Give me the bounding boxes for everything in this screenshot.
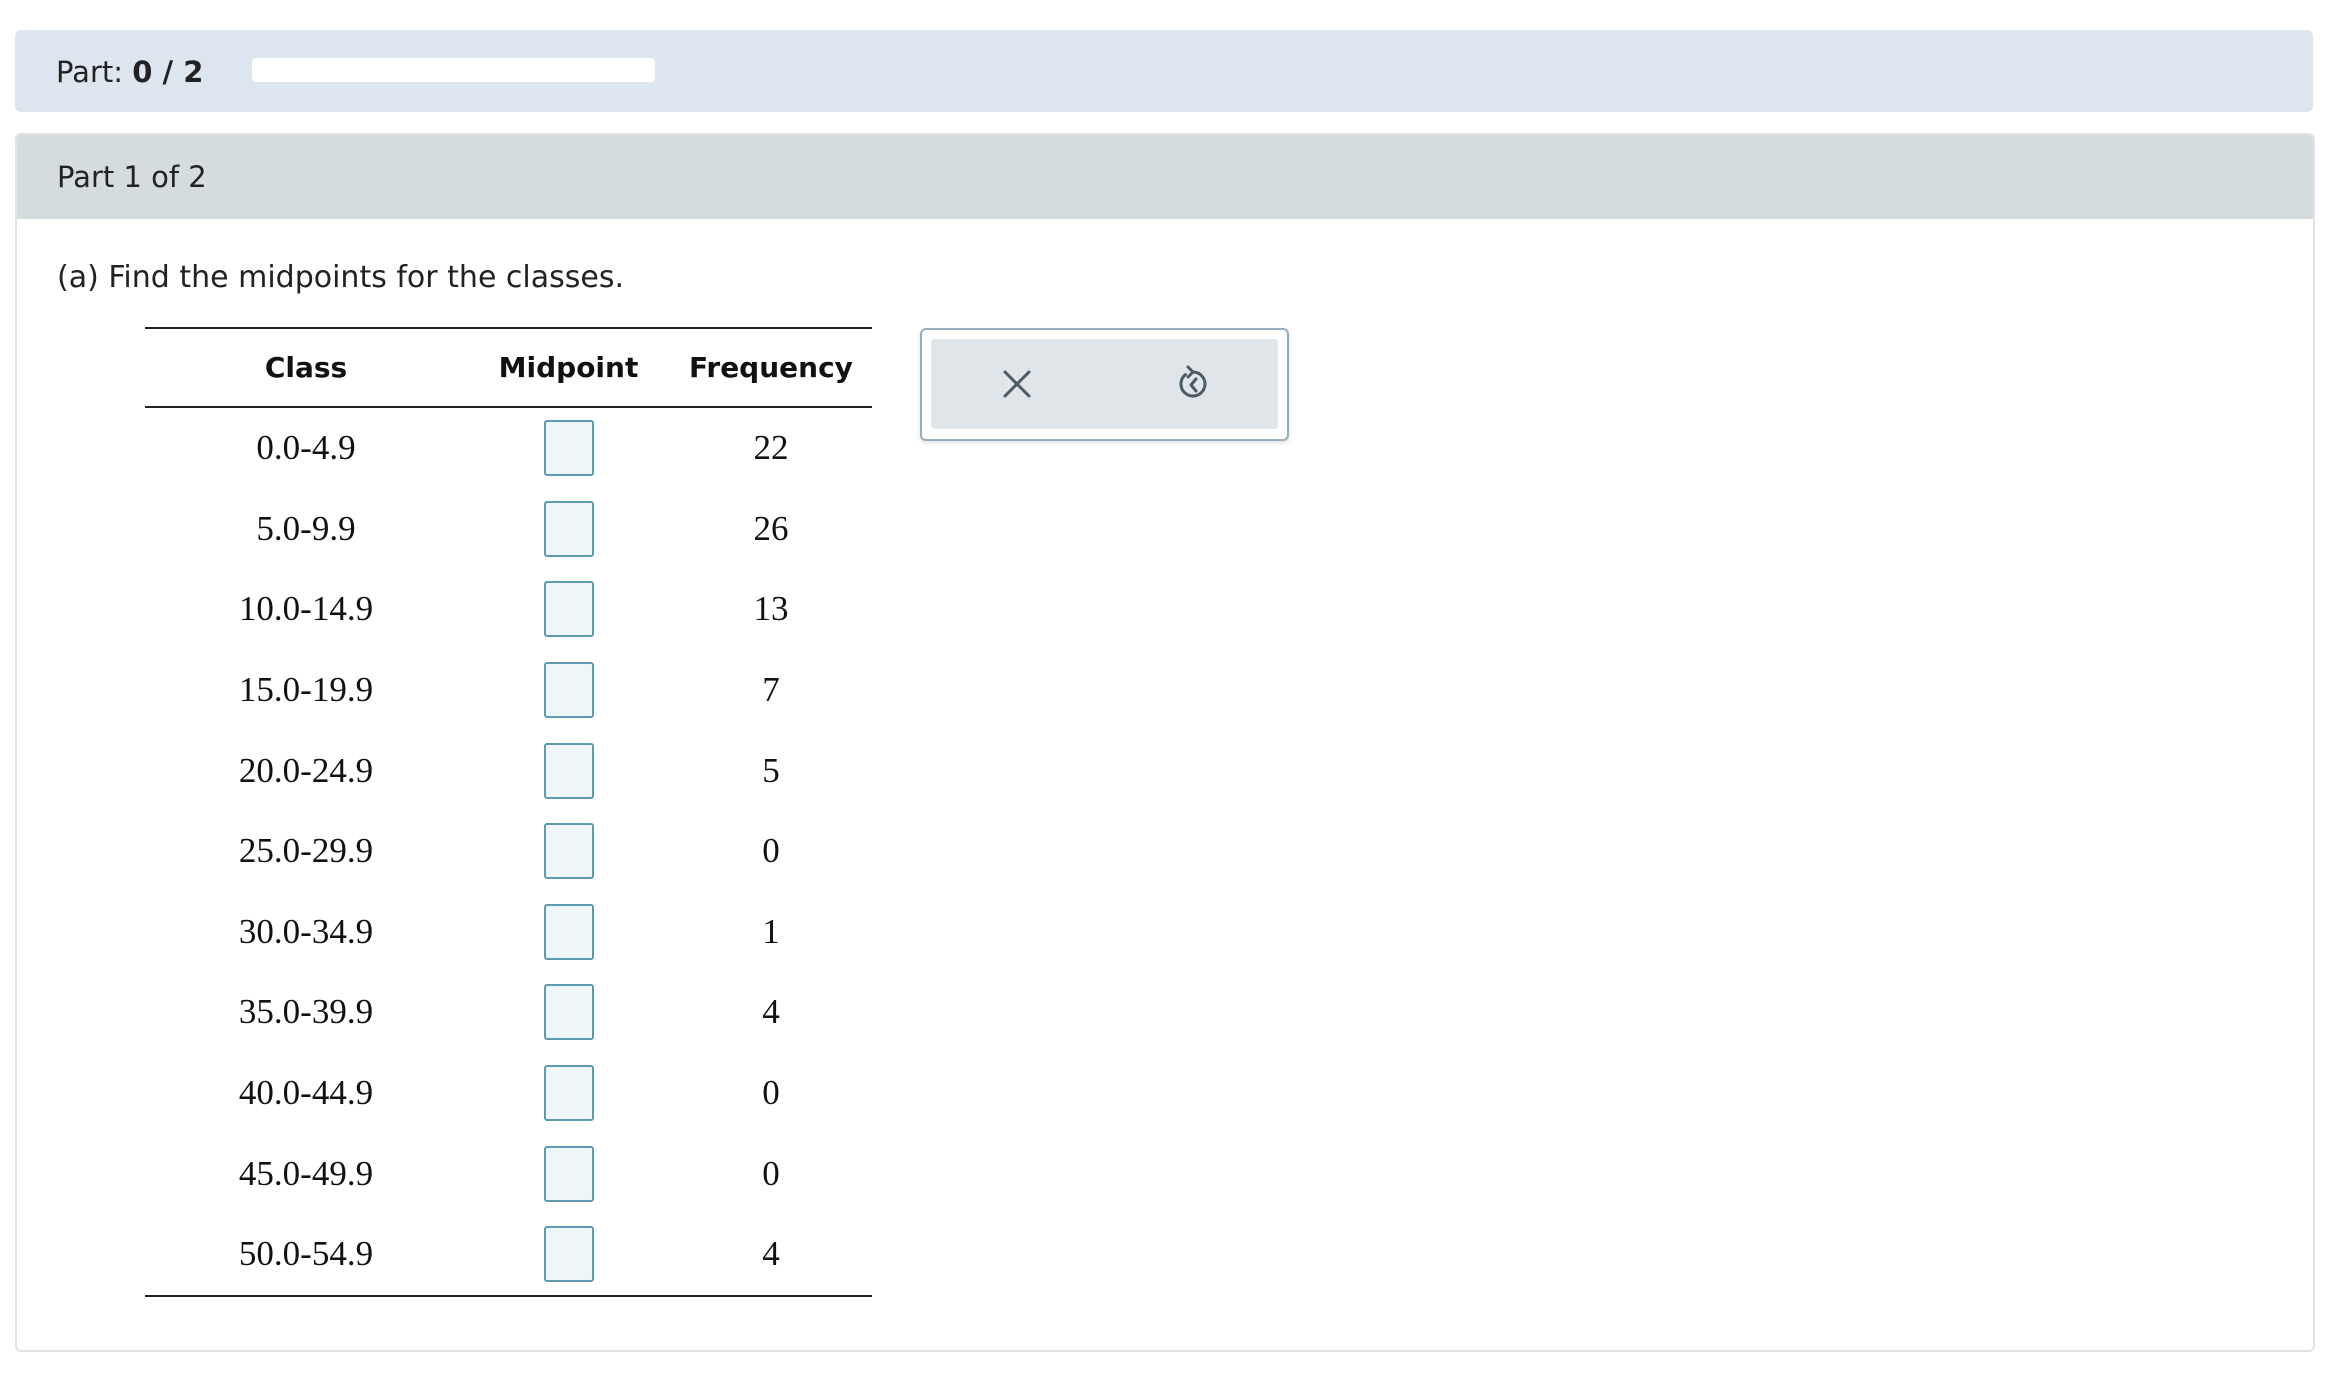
class-cell: 10.0-14.9 [238, 589, 374, 629]
header-class: Class [264, 351, 348, 384]
midpoint-cell [467, 892, 670, 973]
table-row: 5.0-9.9 26 [145, 489, 872, 570]
frequency-cell: 13 [753, 589, 789, 629]
midpoint-input[interactable] [543, 500, 594, 557]
table-row: 10.0-14.9 13 [145, 569, 872, 650]
frequency-cell: 22 [753, 428, 789, 468]
progress-track [252, 58, 655, 82]
progress-bar-panel: Part: 0 / 2 [15, 30, 2313, 112]
table-row: 0.0-4.9 22 [145, 407, 872, 489]
class-cell: 45.0-49.9 [238, 1153, 374, 1193]
answer-tools [920, 328, 1289, 441]
frequency-cell: 26 [753, 508, 789, 548]
class-cell: 5.0-9.9 [256, 508, 356, 548]
midpoint-cell [467, 489, 670, 570]
midpoint-cell [467, 650, 670, 731]
frequency-table: Class Midpoint Frequency 0.0-4.9 22 5.0-9.… [145, 327, 872, 1297]
frequency-cell: 0 [762, 1073, 780, 1113]
header-midpoint: Midpoint [498, 351, 639, 384]
progress-value: 0 / 2 [132, 55, 204, 89]
table-body: 0.0-4.9 22 5.0-9.9 26 10.0-14.9 13 15.0-19.9 7 2… [145, 407, 872, 1296]
frequency-cell: 7 [762, 670, 780, 710]
class-cell: 0.0-4.9 [256, 428, 356, 468]
frequency-cell: 0 [762, 1153, 780, 1193]
midpoint-input[interactable] [543, 420, 594, 477]
header-frequency: Frequency [689, 351, 853, 384]
midpoint-input[interactable] [543, 903, 594, 960]
progress-label: Part: 0 / 2 [56, 55, 203, 89]
undo-icon [1179, 365, 1207, 398]
clear-button[interactable] [989, 356, 1045, 412]
midpoint-cell [467, 407, 670, 489]
class-cell: 50.0-54.9 [238, 1234, 374, 1274]
part-title: Part 1 of 2 [57, 160, 207, 194]
table-row: 25.0-29.9 0 [145, 811, 872, 892]
table-row: 50.0-54.9 4 [145, 1214, 872, 1296]
class-cell: 40.0-44.9 [238, 1073, 374, 1113]
part-header: Part 1 of 2 [17, 135, 2313, 219]
class-cell: 30.0-34.9 [238, 911, 374, 951]
table-row: 35.0-39.9 4 [145, 972, 872, 1053]
progress-label-text: Part: [56, 55, 124, 89]
midpoint-cell [467, 569, 670, 650]
class-cell: 25.0-29.9 [238, 831, 374, 871]
answer-tools-panel [931, 339, 1278, 429]
midpoint-cell [467, 1214, 670, 1296]
midpoint-input[interactable] [543, 984, 594, 1041]
table-row: 30.0-34.9 1 [145, 892, 872, 973]
table-row: 15.0-19.9 7 [145, 650, 872, 731]
class-cell: 35.0-39.9 [238, 992, 374, 1032]
midpoint-cell [467, 730, 670, 811]
table-row: 45.0-49.9 0 [145, 1133, 872, 1214]
undo-button[interactable] [1165, 356, 1221, 412]
midpoint-input[interactable] [543, 662, 594, 719]
frequency-cell: 4 [762, 992, 780, 1032]
midpoint-cell [467, 811, 670, 892]
midpoint-input[interactable] [543, 1145, 594, 1202]
midpoint-cell [467, 972, 670, 1053]
class-cell: 20.0-24.9 [238, 750, 374, 790]
midpoint-input[interactable] [543, 581, 594, 638]
frequency-cell: 5 [762, 750, 780, 790]
midpoint-input[interactable] [543, 1226, 594, 1283]
midpoint-input[interactable] [543, 823, 594, 880]
close-icon [1003, 370, 1031, 398]
table-row: 40.0-44.9 0 [145, 1053, 872, 1134]
midpoint-cell [467, 1053, 670, 1134]
midpoint-cell [467, 1133, 670, 1214]
question-text: (a) Find the midpoints for the classes. [57, 260, 625, 295]
frequency-cell: 4 [762, 1234, 780, 1274]
midpoint-input[interactable] [543, 1065, 594, 1122]
table-header-row: Class Midpoint Frequency [145, 328, 872, 407]
part-panel: Part 1 of 2 (a) Find the midpoints for t… [15, 133, 2315, 1352]
class-cell: 15.0-19.9 [238, 670, 374, 710]
midpoint-input[interactable] [543, 742, 594, 799]
frequency-cell: 0 [762, 831, 780, 871]
table-row: 20.0-24.9 5 [145, 730, 872, 811]
frequency-cell: 1 [762, 911, 780, 951]
